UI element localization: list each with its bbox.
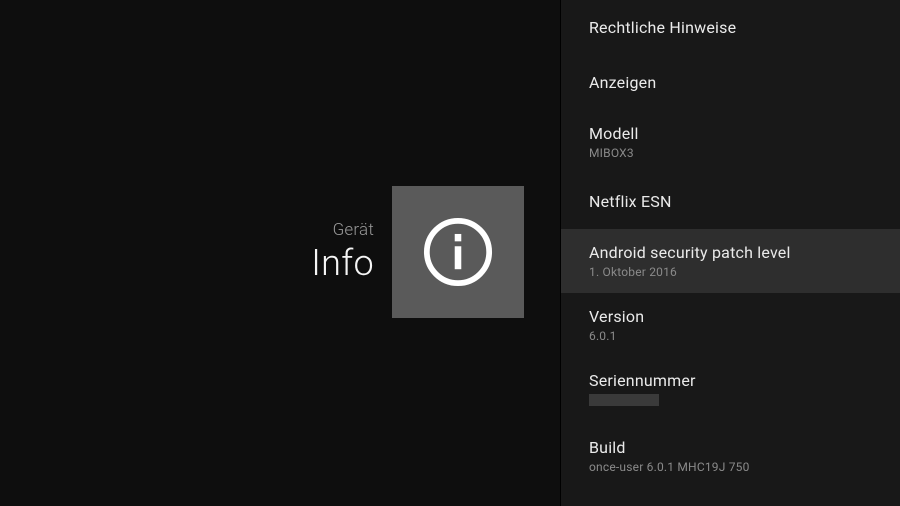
settings-info-screen: Gerät Info Rechtliche Hinweise Anzeigen Mo… [0,0,900,506]
list-item-title: Netflix ESN [589,188,872,215]
list-item[interactable]: Rechtliche Hinweise [561,0,900,55]
left-pane: Gerät Info [0,0,560,506]
settings-list: Rechtliche Hinweise Anzeigen Modell MIBOX3 N… [561,0,900,488]
list-item-sub: 1. Oktober 2016 [589,265,872,279]
list-item-title: Android security patch level [589,243,872,262]
list-item[interactable]: Modell MIBOX3 [561,110,900,174]
list-item-sub-redacted [589,394,659,406]
category-label: Gerät [333,220,374,240]
info-icon [417,211,499,293]
list-item-title: Modell [589,124,872,143]
list-item[interactable]: Seriennummer [561,357,900,424]
list-item[interactable]: Build once-user 6.0.1 MHC19J 750 [561,424,900,488]
list-item-title: Rechtliche Hinweise [589,14,872,41]
list-item-sub: MIBOX3 [589,146,872,160]
info-icon-tile [392,186,524,318]
settings-list-pane[interactable]: Rechtliche Hinweise Anzeigen Modell MIBOX3 N… [560,0,900,506]
list-item[interactable]: Android security patch level 1. Oktober 2… [561,229,900,293]
list-item-sub: once-user 6.0.1 MHC19J 750 [589,460,872,474]
left-text-block: Gerät Info [311,220,374,284]
list-item[interactable]: Netflix ESN [561,174,900,229]
list-item[interactable]: Anzeigen [561,55,900,110]
list-item-title: Version [589,307,872,326]
list-item[interactable]: Version 6.0.1 [561,293,900,357]
page-title: Info [311,242,374,284]
list-item-title: Build [589,438,872,457]
list-item-title: Seriennummer [589,371,872,390]
list-item-title: Anzeigen [589,69,872,96]
left-header: Gerät Info [0,186,560,318]
list-item-sub: 6.0.1 [589,329,872,343]
